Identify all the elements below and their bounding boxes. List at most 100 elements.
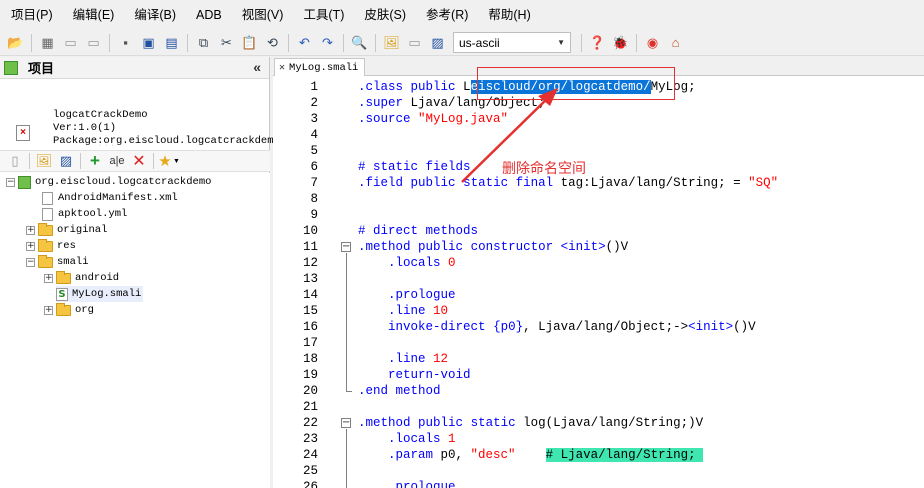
expand-icon[interactable]: + [44,305,53,315]
annotation-box [477,67,675,100]
collapse-icon[interactable]: − [6,177,15,187]
code-line[interactable]: .line 10 [358,303,448,319]
expand-icon[interactable]: + [26,225,35,235]
picture-icon[interactable]: 🖼 [34,152,54,170]
code-line[interactable]: .locals 0 [358,255,456,271]
chevron-down-icon: ▼ [557,38,565,47]
encoding-select[interactable]: us-ascii ▼ [453,32,571,53]
project-info: × logcatCrackDemo Ver:1.0(1) Package:org… [0,79,274,147]
tree-item-apktool[interactable]: apktool.yml [30,206,127,222]
menu-reference[interactable]: 参考(R) [415,0,477,30]
code-line[interactable]: # direct methods [358,223,478,239]
folder-icon [38,222,53,236]
line-number: 21 [302,400,318,414]
cut-icon[interactable]: ✂ [217,33,236,52]
toolbar-separator [109,33,110,52]
find-replace-icon[interactable]: ⟲ [263,33,282,52]
menu-view[interactable]: 视图(V) [231,0,293,30]
open-folder-icon[interactable]: 📂 [6,33,25,52]
menu-edit[interactable]: 编辑(E) [62,0,124,30]
document-icon[interactable]: ▯ [5,152,25,170]
tree-item-org[interactable]: + org [44,302,94,318]
add-icon[interactable]: + [85,151,105,170]
sign-icon[interactable]: ▭ [84,33,103,52]
tree-item-label: MyLog.smali [72,288,142,300]
home-icon[interactable]: ⌂ [666,33,685,52]
apk-icon: × [16,125,30,141]
main-toolbar: 📂 ▦ ▭ ▭ ▪ ▣ ▤ ⧉ ✂ 📋 ⟲ ↶ ↷ 🔍 🖼 ▭ ▨ us-asc… [0,30,924,56]
save-all-icon[interactable]: ▣ [139,33,158,52]
code-line[interactable]: return-void [358,367,471,383]
code-line[interactable]: invoke-direct {p0}, Ljava/lang/Object;->… [358,319,756,335]
build-icon[interactable]: ▦ [38,33,57,52]
menu-project[interactable]: 项目(P) [0,0,62,30]
menu-tools[interactable]: 工具(T) [292,0,353,30]
paste-icon[interactable]: 📋 [240,33,259,52]
redo-icon[interactable]: ↷ [318,33,337,52]
chevron-down-icon[interactable]: ▼ [173,158,180,165]
tree-item-mylog[interactable]: S MyLog.smali [56,286,144,302]
expand-icon[interactable]: + [26,241,35,251]
annotation-text: 删除命名空间 [502,161,586,177]
expand-icon[interactable]: + [44,273,53,283]
code-line[interactable]: .method public constructor <init>()V [358,239,628,255]
collapse-panel-button[interactable]: « [253,59,261,75]
save-as-icon[interactable]: ▤ [162,33,181,52]
line-number: 8 [310,192,318,206]
fold-toggle-icon[interactable]: − [341,242,351,252]
copy-icon[interactable]: ⧉ [194,33,213,52]
tree-item-android[interactable]: + android [44,270,119,286]
delete-icon[interactable]: ✕ [129,152,149,170]
bug-icon[interactable]: 🐞 [611,33,630,52]
splitter-handle[interactable]: · · · · · · · · · · · · · [99,138,159,149]
line-number: 4 [310,128,318,142]
code-line[interactable]: # static fields [358,159,471,175]
menu-build[interactable]: 编译(B) [123,0,185,30]
encoding-value: us-ascii [459,35,500,50]
file-icon [42,207,53,221]
code-line[interactable]: .method public static log(Ljava/lang/Str… [358,415,703,431]
line-number: 7 [310,176,318,190]
collapse-icon[interactable]: − [26,257,35,267]
install-icon[interactable]: ▭ [61,33,80,52]
save-icon[interactable]: ▪ [116,33,135,52]
tree-item-label: original [57,224,108,236]
search-icon[interactable]: 🔍 [350,33,369,52]
fold-toggle-icon[interactable]: − [341,418,351,428]
project-version: Ver:1.0(1) [53,122,117,134]
weibo-icon[interactable]: ◉ [643,33,662,52]
picture-icon[interactable]: 🖼 [382,33,401,52]
code-line[interactable]: .line 12 [358,351,448,367]
undo-icon[interactable]: ↶ [295,33,314,52]
menu-help[interactable]: 帮助(H) [477,0,539,30]
code-area[interactable]: 1 .class public Leiscloud/org/logcatdemo/… [273,77,924,488]
line-number: 25 [302,464,318,478]
code-line[interactable]: .prologue [358,287,456,303]
line-number: 16 [302,320,318,334]
image-viewer-icon[interactable]: ▨ [428,33,447,52]
image-viewer-icon[interactable]: ▨ [56,152,76,170]
help-icon[interactable]: ❓ [588,33,607,52]
close-icon[interactable]: ✕ [279,62,285,74]
file-icon [42,191,53,205]
tree-item-manifest[interactable]: AndroidManifest.xml [30,190,178,206]
code-line[interactable]: .end method [358,383,441,399]
fold-line [346,429,347,488]
code-line[interactable]: .source "MyLog.java" [358,111,508,127]
tab-mylog-smali[interactable]: ✕ MyLog.smali [274,58,366,76]
menu-adb[interactable]: ADB [185,0,231,30]
smali-file-icon: S [56,287,68,301]
code-line[interactable]: .prologue [358,479,456,488]
menu-skin[interactable]: 皮肤(S) [353,0,415,30]
rename-icon[interactable]: a|e [107,152,127,170]
code-line[interactable]: .locals 1 [358,431,456,447]
line-number: 26 [302,480,318,488]
tree-item-original[interactable]: + original [26,222,107,238]
favorites-icon[interactable]: ★ [158,152,172,170]
document-icon[interactable]: ▭ [405,33,424,52]
tree-item-root[interactable]: − org.eiscloud.logcatcrackdemo [6,174,211,190]
tree-item-label: apktool.yml [58,208,128,220]
code-line[interactable]: .param p0, "desc" # Ljava/lang/String; [358,447,704,463]
tree-item-smali[interactable]: − smali [26,254,89,270]
tree-item-res[interactable]: + res [26,238,76,254]
